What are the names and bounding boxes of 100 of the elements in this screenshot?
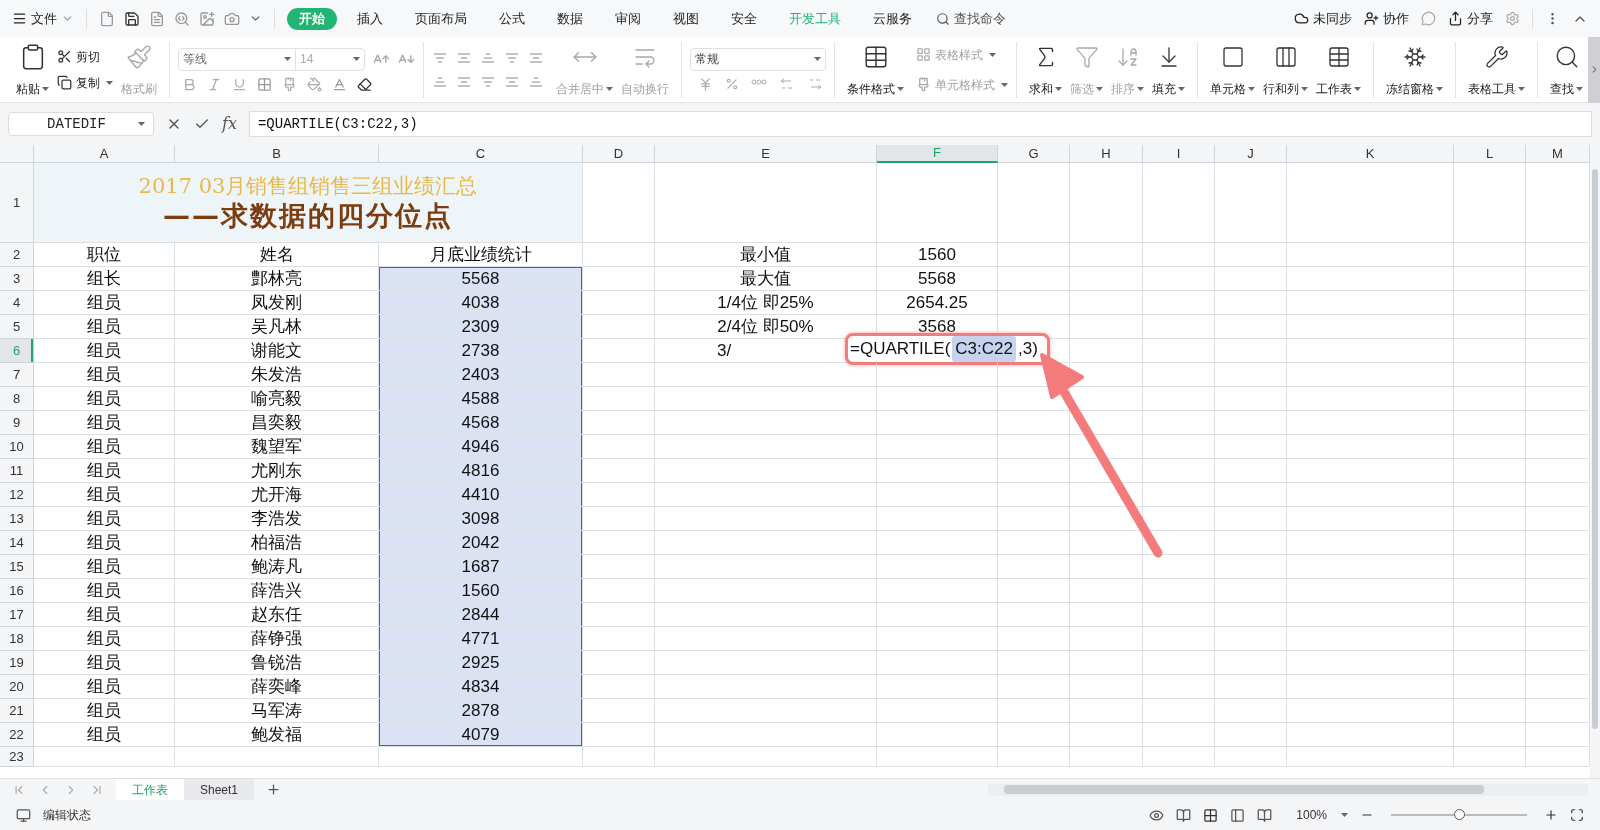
column-header[interactable]: I: [1143, 145, 1215, 163]
cell-editor[interactable]: =QUARTILE( C3:C22 ,3): [845, 333, 1050, 365]
table-cell: 组员: [34, 723, 175, 747]
ribbon-tab[interactable]: 安全: [719, 7, 769, 30]
row-header[interactable]: 20: [0, 675, 34, 699]
copy-button[interactable]: 复制: [57, 71, 113, 94]
freeze-panes-button[interactable]: 冻结窗格: [1382, 41, 1447, 98]
row-header[interactable]: 13: [0, 507, 34, 531]
table-tools-button[interactable]: 表格工具: [1464, 41, 1529, 98]
worksheet-button[interactable]: 工作表: [1312, 41, 1365, 98]
table-cell: 薛奕峰: [175, 675, 379, 699]
table-cell: 组员: [34, 411, 175, 435]
column-header[interactable]: E: [655, 145, 877, 163]
row-header[interactable]: 10: [0, 435, 34, 459]
row-header[interactable]: 17: [0, 603, 34, 627]
table-cell: 组员: [34, 435, 175, 459]
row-header[interactable]: 18: [0, 627, 34, 651]
ribbon-tab[interactable]: 页面布局: [403, 7, 479, 30]
sheet-tab[interactable]: Sheet1: [184, 778, 255, 801]
row-header[interactable]: 3: [0, 267, 34, 291]
table-cell: 组员: [34, 387, 175, 411]
table-cell: 马军涛: [175, 699, 379, 723]
table-cell: 组员: [34, 651, 175, 675]
row-header[interactable]: 16: [0, 579, 34, 603]
table-cell: 朱发浩: [175, 363, 379, 387]
table-cell: 鲁锐浩: [175, 651, 379, 675]
table-cell: 鲍发福: [175, 723, 379, 747]
table-cell: 组员: [34, 699, 175, 723]
row-header[interactable]: 12: [0, 483, 34, 507]
table-cell: 鄷林亮: [175, 267, 379, 291]
row-header[interactable]: 4: [0, 291, 34, 315]
table-cell: 2654.25: [877, 291, 998, 315]
table-cell: 5568: [877, 267, 998, 291]
cut-button[interactable]: 剪切: [57, 45, 113, 68]
table-cell: 4771: [379, 627, 583, 651]
table-cell: 1/4位 即25%: [655, 291, 877, 315]
rows-columns-button[interactable]: 行和列: [1259, 41, 1312, 98]
table-cell: 4834: [379, 675, 583, 699]
row-header[interactable]: 8: [0, 387, 34, 411]
table-cell: 尤刚东: [175, 459, 379, 483]
ribbon-tab[interactable]: 插入: [345, 7, 395, 30]
table-cell: 姓名: [175, 243, 379, 267]
title-heading: ——求数据的四分位点: [163, 198, 453, 233]
row-header[interactable]: 2: [0, 243, 34, 267]
column-header[interactable]: G: [998, 145, 1070, 163]
table-cell: 2042: [379, 531, 583, 555]
table-cell: 4038: [379, 291, 583, 315]
table-cell: 组员: [34, 315, 175, 339]
ribbon-tab[interactable]: 数据: [545, 7, 595, 30]
name-box[interactable]: DATEDIF: [8, 112, 154, 136]
row-header[interactable]: 5: [0, 315, 34, 339]
row-header[interactable]: 14: [0, 531, 34, 555]
table-cell: 2403: [379, 363, 583, 387]
fill-button[interactable]: 填充: [1148, 41, 1189, 98]
table-cell: 4946: [379, 435, 583, 459]
table-cell: 魏望军: [175, 435, 379, 459]
table-cell: 昌奕毅: [175, 411, 379, 435]
column-header[interactable]: K: [1287, 145, 1454, 163]
table-cell: 鲍涛凡: [175, 555, 379, 579]
ribbon-tab[interactable]: 公式: [487, 7, 537, 30]
table-cell: 2309: [379, 315, 583, 339]
row-header[interactable]: 15: [0, 555, 34, 579]
conditional-format-button[interactable]: 条件格式: [843, 41, 908, 98]
table-cell: 组员: [34, 603, 175, 627]
table-cell: 2925: [379, 651, 583, 675]
column-header[interactable]: J: [1215, 145, 1287, 163]
sum-button[interactable]: 求和: [1025, 41, 1066, 98]
row-header[interactable]: 1: [0, 163, 34, 243]
table-cell: 组长: [34, 267, 175, 291]
column-header[interactable]: L: [1454, 145, 1526, 163]
ribbon-tab[interactable]: 视图: [661, 7, 711, 30]
table-cell: 组员: [34, 675, 175, 699]
row-header[interactable]: 19: [0, 651, 34, 675]
table-cell: 组员: [34, 483, 175, 507]
table-cell: 柏福浩: [175, 531, 379, 555]
find-button[interactable]: 查找: [1546, 41, 1587, 98]
zoom-level[interactable]: 100%: [1296, 806, 1327, 824]
function-icon[interactable]: fx: [222, 112, 237, 136]
cell-button[interactable]: 单元格: [1206, 41, 1259, 98]
table-cell: 喻亮毅: [175, 387, 379, 411]
file-menu[interactable]: 文件: [12, 8, 74, 29]
title-subheading: 2017 03月销售组销售三组业绩汇总: [138, 172, 478, 199]
number-format-field[interactable]: 常规: [690, 47, 826, 71]
row-header[interactable]: 23: [0, 747, 34, 767]
row-header[interactable]: 7: [0, 363, 34, 387]
row-header[interactable]: 9: [0, 411, 34, 435]
formula-field[interactable]: =QUARTILE(C3:C22,3): [248, 111, 1592, 137]
collab-button[interactable]: 协作: [1364, 8, 1409, 29]
ribbon-tab[interactable]: 审阅: [603, 7, 653, 30]
row-header[interactable]: 22: [0, 723, 34, 747]
paste-button[interactable]: 粘贴: [12, 41, 53, 98]
search-command[interactable]: 查找命令: [936, 8, 1006, 29]
row-header[interactable]: 21: [0, 699, 34, 723]
table-cell: 谢能文: [175, 339, 379, 363]
column-header[interactable]: D: [583, 145, 655, 163]
sync-button[interactable]: 未同步: [1294, 8, 1352, 29]
ribbon-tab[interactable]: 云服务: [861, 7, 924, 30]
share-button[interactable]: 分享: [1448, 8, 1493, 29]
column-header[interactable]: H: [1070, 145, 1143, 163]
row-header[interactable]: 11: [0, 459, 34, 483]
